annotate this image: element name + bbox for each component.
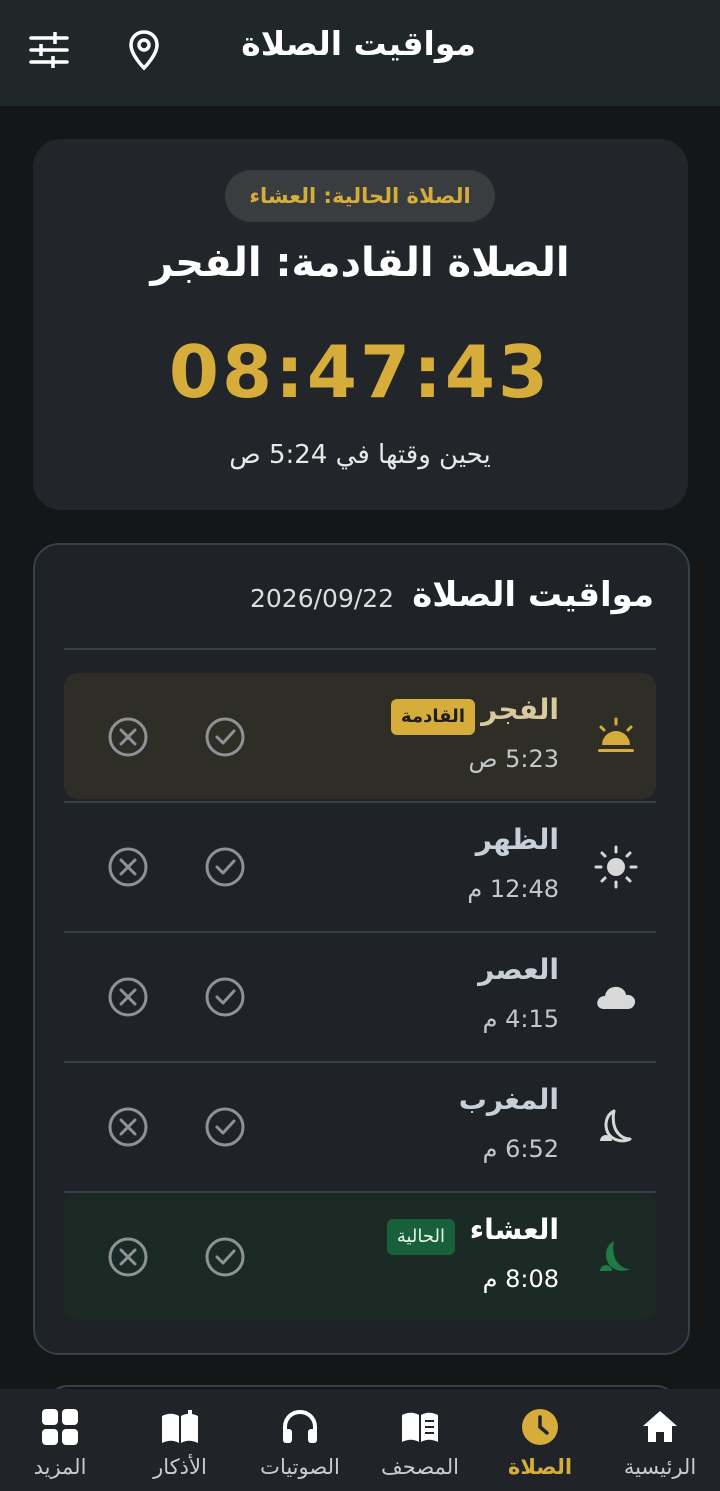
check-circle-icon[interactable] bbox=[204, 846, 246, 888]
prayer-name: الظهر bbox=[475, 823, 559, 856]
grid-icon bbox=[42, 1409, 78, 1445]
check-circle-icon[interactable] bbox=[204, 1106, 246, 1148]
prayer-time: 6:52 م bbox=[482, 1135, 559, 1163]
app-bar: مواقيت الصلاة bbox=[0, 0, 720, 106]
nav-audio-label: الصوتيات bbox=[260, 1455, 340, 1479]
sliders-icon[interactable] bbox=[27, 28, 71, 72]
moon-icon bbox=[600, 1241, 630, 1271]
prayer-row-asr: العصر 4:15 م bbox=[64, 933, 656, 1059]
cloud-icon bbox=[597, 986, 636, 1009]
next-prayer-title: الصلاة القادمة: الفجر bbox=[150, 240, 570, 286]
nav-more[interactable]: المزيد bbox=[0, 1389, 120, 1491]
nav-audio[interactable]: الصوتيات bbox=[240, 1389, 360, 1491]
prayer-row-maghrib: المغرب 6:52 م bbox=[64, 1063, 656, 1189]
prayer-name: العصر bbox=[478, 953, 559, 986]
book-icon bbox=[402, 1412, 438, 1442]
home-icon bbox=[643, 1411, 677, 1442]
sun-icon bbox=[594, 845, 638, 889]
sunset-moon-icon bbox=[600, 1109, 632, 1143]
sunrise-icon bbox=[598, 717, 634, 752]
prayer-row-fajr: الفجر القادمة 5:23 ص bbox=[64, 673, 656, 799]
x-circle-icon[interactable] bbox=[107, 846, 149, 888]
prayer-times-title: مواقيت الصلاة bbox=[412, 575, 654, 615]
next-badge: القادمة bbox=[391, 699, 475, 735]
nav-mushaf-label: المصحف bbox=[381, 1455, 459, 1479]
prayer-time: 5:23 ص bbox=[468, 745, 559, 773]
nav-home-label: الرئيسية bbox=[623, 1455, 697, 1479]
prayer-row-isha: العشاء الحالية 8:08 م bbox=[64, 1193, 656, 1319]
prayer-name: العشاء bbox=[469, 1213, 559, 1246]
prayer-times-date: 2026/09/22 bbox=[250, 584, 395, 613]
x-circle-icon[interactable] bbox=[107, 976, 149, 1018]
check-circle-icon[interactable] bbox=[204, 976, 246, 1018]
next-prayer-due-time: يحين وقتها في 5:24 ص bbox=[229, 440, 491, 470]
prayer-row-dhuhr: الظهر 12:48 م bbox=[64, 803, 656, 929]
current-prayer-pill: الصلاة الحالية: العشاء bbox=[225, 170, 495, 222]
headphones-icon bbox=[283, 1409, 317, 1443]
current-badge: الحالية bbox=[386, 1219, 455, 1255]
location-pin-icon[interactable] bbox=[122, 28, 166, 72]
check-circle-icon[interactable] bbox=[204, 1236, 246, 1278]
page-title: مواقيت الصلاة bbox=[241, 24, 476, 63]
nav-home[interactable]: الرئيسية bbox=[600, 1389, 720, 1491]
divider bbox=[64, 648, 656, 650]
prayer-name: المغرب bbox=[458, 1083, 559, 1116]
x-circle-icon[interactable] bbox=[107, 1236, 149, 1278]
countdown-timer: 08:47:43 bbox=[168, 330, 552, 414]
open-book-icon bbox=[162, 1410, 198, 1443]
prayer-time: 4:15 م bbox=[482, 1005, 559, 1033]
prayer-time: 12:48 م bbox=[467, 875, 559, 903]
nav-mushaf[interactable]: المصحف bbox=[360, 1389, 480, 1491]
nav-azkar[interactable]: الأذكار bbox=[120, 1389, 240, 1491]
x-circle-icon[interactable] bbox=[107, 716, 149, 758]
nav-prayer[interactable]: الصلاة bbox=[480, 1389, 600, 1491]
nav-more-label: المزيد bbox=[33, 1455, 87, 1479]
nav-azkar-label: الأذكار bbox=[153, 1455, 207, 1479]
x-circle-icon[interactable] bbox=[107, 1106, 149, 1148]
prayer-time: 8:08 م bbox=[482, 1265, 559, 1293]
check-circle-icon[interactable] bbox=[204, 716, 246, 758]
nav-prayer-label: الصلاة bbox=[507, 1455, 573, 1479]
clock-icon bbox=[522, 1409, 558, 1445]
prayer-name: الفجر bbox=[481, 693, 559, 726]
